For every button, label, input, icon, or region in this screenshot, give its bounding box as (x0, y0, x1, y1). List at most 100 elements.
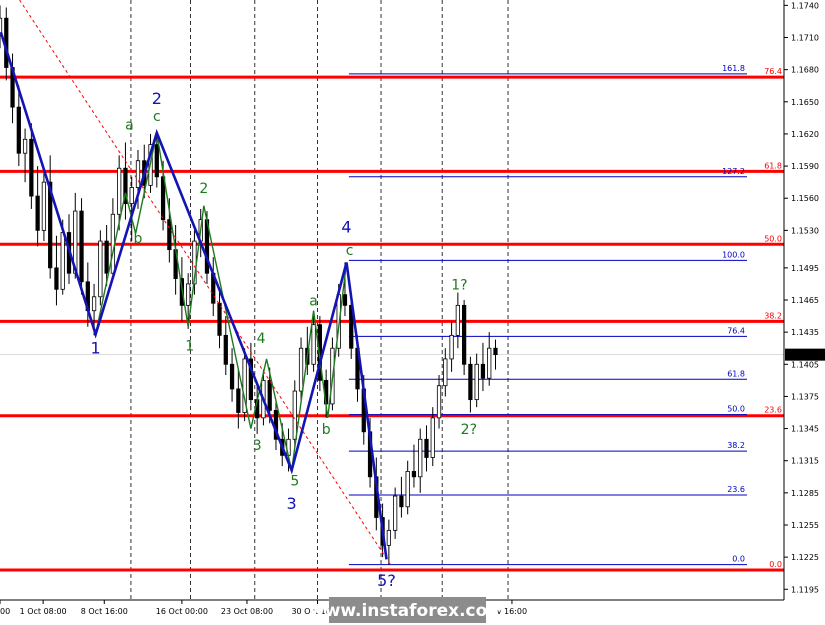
candle-body-4 (22, 138, 28, 154)
wave-label-15: c (346, 243, 354, 259)
candle-body-27 (167, 219, 172, 251)
fib-level-label-1: 127.2 (722, 167, 745, 176)
red-level-label-5: 0.0 (769, 560, 782, 569)
candle-body-63 (393, 495, 398, 531)
x-tick-label-3: 16 Oct 00:00 (156, 607, 208, 616)
y-tick-label-11: 1.1405 (791, 360, 819, 369)
red-level-label-0: 76.4 (764, 67, 782, 76)
candle-body-68 (424, 438, 429, 458)
candle-body-15 (91, 296, 97, 312)
candle-body-55 (342, 294, 348, 306)
x-tick-label-1: 1 Oct 08:00 (20, 607, 67, 616)
fib-level-label-5: 50.0 (727, 405, 745, 414)
candle-body-66 (411, 471, 417, 478)
candle-body-70 (436, 385, 442, 419)
y-tick-label-14: 1.1315 (791, 457, 819, 466)
price-chart: 76.461.850.038.223.60.0 161.8127.2100.07… (0, 0, 825, 625)
y-tick-label-5: 1.1590 (791, 162, 819, 171)
candle-body-36 (223, 334, 228, 365)
y-tick-label-2: 1.1680 (791, 66, 819, 75)
y-tick-label-0: 1.1740 (791, 1, 819, 10)
candle-body-35 (217, 302, 222, 336)
candle-body-13 (79, 210, 84, 283)
candle-body-17 (104, 240, 109, 274)
fib-level-label-2: 100.0 (722, 250, 745, 259)
wave-label-11: 4 (257, 331, 266, 347)
candle-body-6 (35, 195, 40, 231)
candle-body-48 (298, 347, 304, 392)
candle-body-72 (449, 334, 454, 360)
red-level-label-1: 61.8 (764, 161, 782, 170)
current-price-label: 1.1414 (789, 351, 817, 360)
y-tick-label-15: 1.1285 (791, 489, 819, 498)
wave-label-2: 3 (287, 494, 297, 513)
wave-label-3: 4 (341, 218, 351, 237)
fib-level-label-0: 161.8 (722, 64, 745, 73)
y-tick-label-18: 1.1195 (791, 585, 819, 594)
wave-label-6: c (153, 109, 161, 125)
candle-body-43 (267, 379, 272, 411)
candle-body-7 (41, 181, 47, 231)
candle-body-37 (229, 363, 235, 390)
candle-body-21 (129, 187, 134, 204)
candle-body-16 (98, 240, 103, 298)
red-level-label-4: 23.6 (764, 406, 782, 415)
chart-root: 76.4 61.8 50.0 38.2 23.6 0.0 161.8 127.2 100.0 7… (0, 0, 825, 625)
candle-body-64 (399, 495, 404, 508)
wave-label-1: 2 (152, 89, 162, 108)
candle-body-9 (54, 267, 59, 290)
wave-label-17: 2? (461, 422, 477, 438)
candle-body-62 (386, 529, 391, 546)
wave-label-12: 5 (290, 473, 299, 489)
red-level-label-3: 38.2 (764, 311, 782, 320)
x-tick-label-4: 23 Oct 08:00 (221, 607, 273, 616)
fib-level-label-6: 38.2 (727, 441, 745, 450)
y-tick-label-6: 1.1560 (791, 194, 819, 203)
candle-body-74 (462, 304, 467, 365)
wave-label-8: 1 (185, 338, 194, 354)
fib-level-label-4: 61.8 (727, 369, 745, 378)
wave-label-10: 3 (253, 438, 262, 454)
wave-label-14: b (322, 422, 331, 438)
y-tick-label-7: 1.1530 (791, 226, 819, 235)
candle-body-69 (430, 417, 435, 458)
y-tick-label-10: 1.1435 (791, 328, 819, 337)
fib-level-label-7: 23.6 (727, 485, 745, 494)
x-tick-label-0: 00 (0, 607, 10, 616)
candle-body-38 (236, 388, 241, 413)
wave-label-7: b (134, 231, 143, 247)
wave-label-5: a (125, 118, 134, 134)
candle-body-19 (117, 167, 122, 215)
y-tick-label-9: 1.1465 (791, 296, 819, 305)
candle-body-65 (405, 471, 410, 508)
candle-body-78 (487, 347, 492, 379)
y-tick-label-8: 1.1495 (791, 264, 819, 273)
watermark-text: www.instaforex.com (309, 601, 505, 621)
y-tick-label-1: 1.1710 (791, 34, 819, 43)
wave-label-4: 5? (377, 571, 396, 590)
y-tick-label-13: 1.1345 (791, 425, 819, 434)
candle-body-67 (418, 438, 423, 478)
candle-body-79 (493, 347, 498, 356)
wave-label-13: a (309, 293, 318, 309)
x-tick-label-2: 8 Oct 16:00 (81, 607, 128, 616)
y-tick-label-4: 1.1620 (791, 130, 819, 139)
y-tick-label-3: 1.1650 (791, 98, 819, 107)
candle-body-22 (135, 160, 141, 188)
watermark: www.instaforex.com (309, 597, 505, 623)
candle-body-75 (468, 363, 473, 401)
candle-body-76 (474, 363, 479, 401)
candle-body-10 (60, 232, 65, 290)
candle-body-3 (16, 106, 21, 154)
wave-label-16: 1? (451, 277, 467, 293)
wave-label-9: 2 (199, 181, 208, 197)
y-tick-label-12: 1.1375 (791, 392, 819, 401)
candle-body-77 (480, 363, 486, 379)
candle-body-5 (29, 138, 34, 197)
fib-level-label-3: 76.4 (727, 326, 745, 335)
candle-body-50 (311, 324, 316, 365)
y-tick-label-17: 1.1225 (791, 553, 819, 562)
red-level-label-2: 50.0 (764, 234, 782, 243)
fib-level-label-8: 0.0 (732, 555, 745, 564)
candle-body-71 (443, 358, 448, 387)
